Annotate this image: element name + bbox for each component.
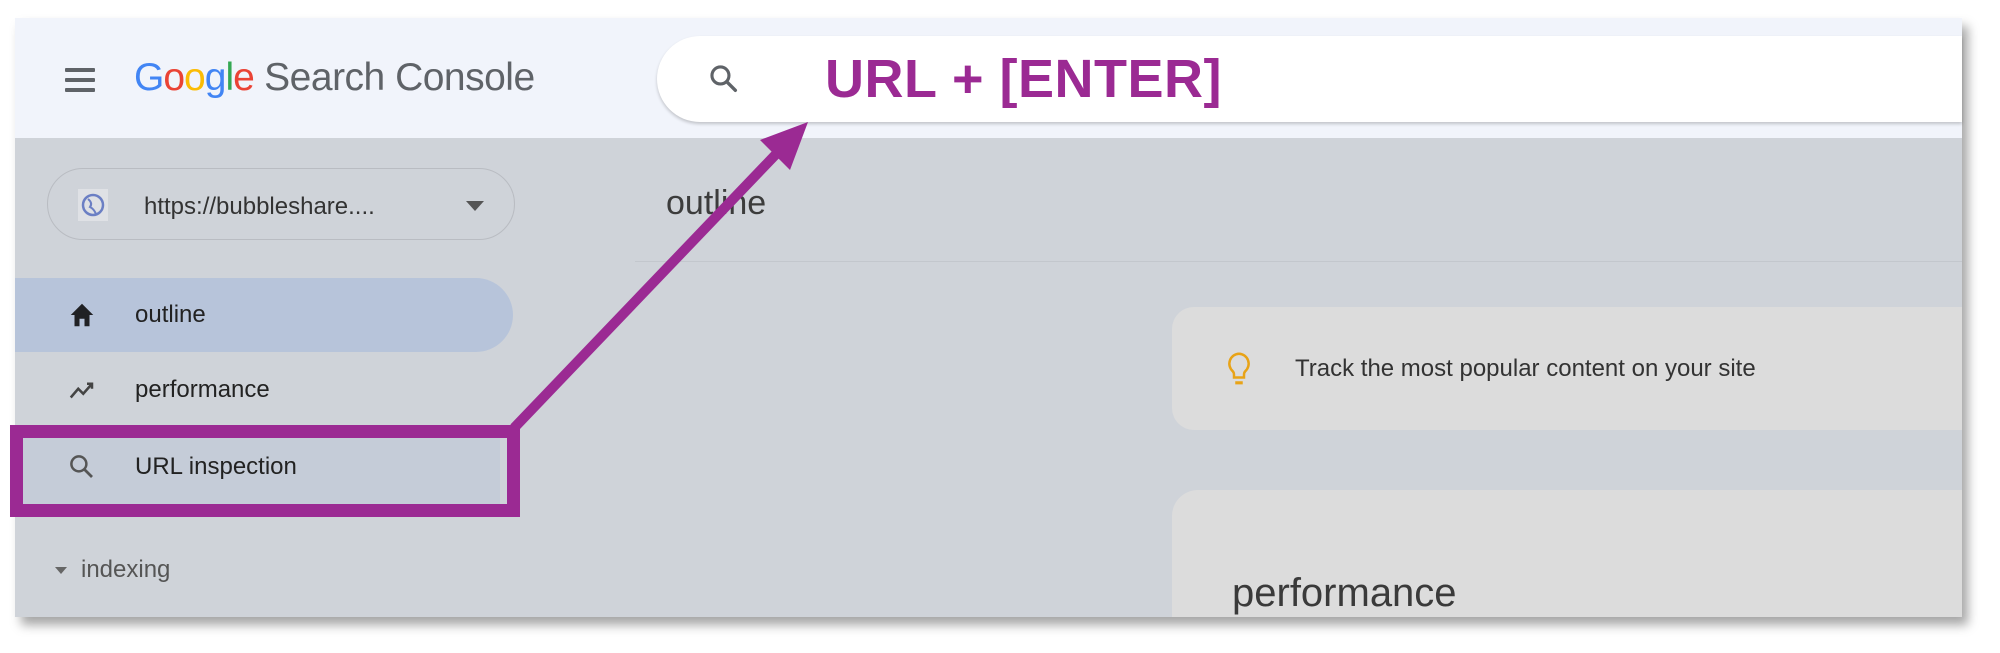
screenshot-stage: Google Search Console URL + [ENTER] http… (0, 0, 2000, 653)
annotation-arrow (510, 122, 808, 432)
